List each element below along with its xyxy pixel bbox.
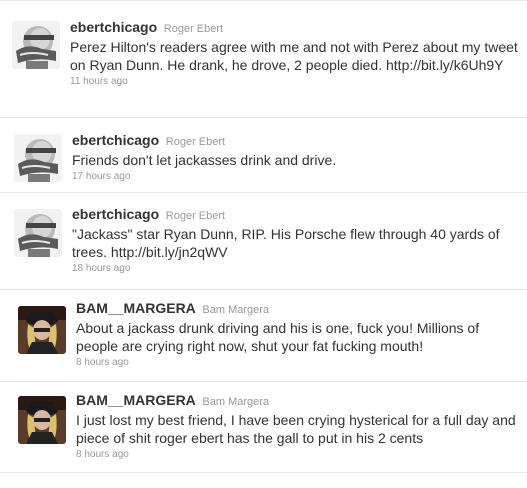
- screen-name[interactable]: BAM__MARGERA: [76, 300, 196, 316]
- full-name: Bam Margera: [202, 396, 270, 408]
- screen-name[interactable]: ebertchicago: [72, 132, 159, 148]
- screen-name[interactable]: BAM__MARGERA: [76, 392, 196, 408]
- avatar-ebert[interactable]: [12, 21, 60, 69]
- tweet-text-container: "Jackass" star Ryan Dunn, RIP. His Porsc…: [72, 225, 519, 261]
- tweet-item: BAM__MARGERA Bam Margera About a jackass…: [0, 290, 527, 382]
- tweet-link[interactable]: http://bit.ly/jn2qWV: [111, 244, 228, 260]
- avatar-ebert[interactable]: [14, 134, 62, 182]
- tweet-timestamp[interactable]: 8 hours ago: [76, 449, 519, 460]
- full-name: Roger Ebert: [163, 23, 224, 35]
- full-name: Roger Ebert: [165, 136, 226, 148]
- tweet-link[interactable]: http://bit.ly/k6Uh9Y: [386, 57, 504, 73]
- tweet-item: ebertchicago Roger Ebert "Jackass" star …: [0, 193, 527, 290]
- tweet-item: ebertchicago Roger Ebert Perez Hilton's …: [0, 1, 527, 118]
- tweet-text-container: About a jackass drunk driving and his is…: [76, 319, 519, 355]
- full-name: Bam Margera: [202, 304, 270, 316]
- tweet-text-container: Perez Hilton's readers agree with me and…: [70, 38, 519, 74]
- avatar-margera[interactable]: [18, 306, 66, 354]
- tweet-timestamp[interactable]: 18 hours ago: [72, 263, 519, 274]
- tweet-text-container: I just lost my best friend, I have been …: [76, 411, 519, 447]
- avatar-ebert[interactable]: [14, 209, 62, 257]
- tweet-timestamp[interactable]: 11 hours ago: [70, 76, 519, 87]
- avatar-margera[interactable]: [18, 396, 66, 444]
- tweet-timestamp[interactable]: 8 hours ago: [76, 357, 519, 368]
- tweet-timestamp[interactable]: 17 hours ago: [72, 171, 519, 182]
- tweet-timeline: ebertchicago Roger Ebert Perez Hilton's …: [0, 0, 527, 488]
- tweet-text: I just lost my best friend, I have been …: [76, 412, 516, 446]
- tweet-text-container: Friends don't let jackasses drink and dr…: [72, 151, 519, 169]
- tweet-text: About a jackass drunk driving and his is…: [76, 320, 480, 354]
- tweet-item: BAM__MARGERA Bam Margera I just lost my …: [0, 382, 527, 473]
- tweet-item: ebertchicago Roger Ebert Friends don't l…: [0, 118, 527, 193]
- screen-name[interactable]: ebertchicago: [72, 206, 159, 222]
- tweet-text: Friends don't let jackasses drink and dr…: [72, 152, 337, 168]
- full-name: Roger Ebert: [165, 210, 226, 222]
- screen-name[interactable]: ebertchicago: [70, 19, 157, 35]
